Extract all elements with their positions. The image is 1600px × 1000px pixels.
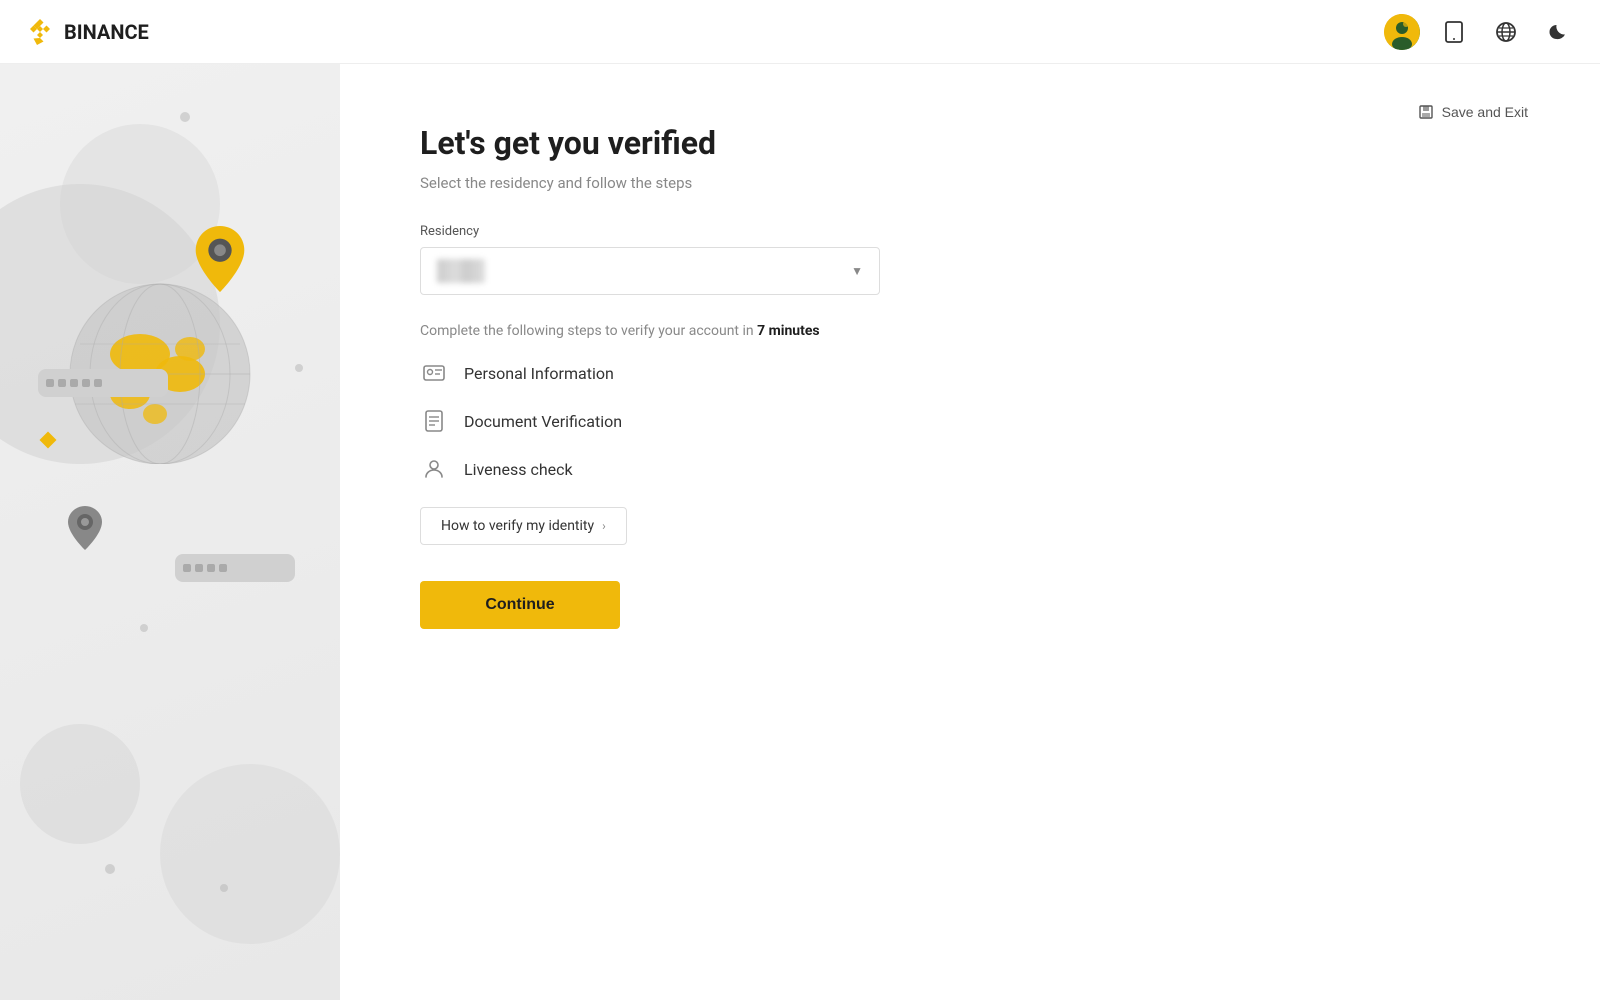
bubble-dot-b2 (195, 564, 203, 572)
personal-info-label: Personal Information (464, 364, 614, 383)
residency-label: Residency (420, 224, 1520, 239)
avatar-image (1384, 14, 1420, 50)
flag-placeholder (437, 259, 485, 283)
step-doc-verify: Document Verification (420, 407, 1520, 435)
save-exit-button[interactable]: Save and Exit (1406, 96, 1540, 128)
header: BINANCE (0, 0, 1600, 64)
steps-intro-text: Complete the following steps to verify y… (420, 323, 1520, 339)
pin-large-svg (190, 224, 250, 294)
verify-link-label: How to verify my identity (441, 518, 594, 534)
doc-verify-label: Document Verification (464, 412, 622, 431)
dot-5 (295, 364, 303, 372)
page-title: Let's get you verified (420, 124, 1520, 162)
left-illustration-panel (0, 64, 340, 1000)
id-card-icon (422, 361, 446, 385)
steps-list: Personal Information Document Verificati… (420, 359, 1520, 483)
bg-circle-small-2 (160, 764, 340, 944)
save-exit-label: Save and Exit (1442, 104, 1528, 120)
bubble-dot-4 (82, 379, 90, 387)
bubble-dot-5 (94, 379, 102, 387)
binance-logo[interactable]: BINANCE (24, 16, 149, 48)
continue-button[interactable]: Continue (420, 581, 620, 629)
steps-intro-prefix: Complete the following steps to verify y… (420, 323, 757, 339)
pin-small (65, 504, 105, 556)
moon-icon (1547, 21, 1569, 43)
bubble-dot-b4 (219, 564, 227, 572)
save-icon (1418, 104, 1434, 120)
bubble-dot-b3 (207, 564, 215, 572)
liveness-icon (420, 455, 448, 483)
doc-verify-icon (420, 407, 448, 435)
dot-2 (140, 624, 148, 632)
pin-large (190, 224, 250, 298)
right-content: Save and Exit Let's get you verified Sel… (340, 64, 1600, 1000)
main-layout: Save and Exit Let's get you verified Sel… (0, 64, 1600, 1000)
residency-flag-area (437, 259, 485, 283)
bubble-dot-3 (70, 379, 78, 387)
chat-bubble-top (38, 369, 168, 397)
chevron-down-icon: ▼ (851, 264, 863, 278)
document-icon (422, 409, 446, 433)
tablet-icon (1443, 21, 1465, 43)
dark-mode-icon[interactable] (1540, 14, 1576, 50)
chevron-right-icon: › (602, 519, 606, 533)
step-personal-info: Personal Information (420, 359, 1520, 387)
binance-logo-icon (24, 16, 56, 48)
globe-icon[interactable] (1488, 14, 1524, 50)
pin-small-svg (65, 504, 105, 552)
user-avatar[interactable] (1384, 14, 1420, 50)
chat-bubble-bottom (175, 554, 295, 582)
bubble-dot-1 (46, 379, 54, 387)
dot-3 (105, 864, 115, 874)
step-liveness: Liveness check (420, 455, 1520, 483)
dot-1 (180, 112, 190, 122)
page-subtitle: Select the residency and follow the step… (420, 174, 1520, 192)
personal-info-icon (420, 359, 448, 387)
liveness-label: Liveness check (464, 460, 573, 479)
dot-4 (220, 884, 228, 892)
bubble-dot-2 (58, 379, 66, 387)
verify-identity-link[interactable]: How to verify my identity › (420, 507, 627, 545)
person-icon (422, 457, 446, 481)
header-actions (1384, 14, 1576, 50)
continue-label: Continue (485, 596, 554, 614)
device-icon[interactable] (1436, 14, 1472, 50)
logo-text: BINANCE (64, 20, 149, 44)
bg-circle-small-1 (20, 724, 140, 844)
globe-header-icon (1495, 21, 1517, 43)
bubble-dot-b1 (183, 564, 191, 572)
steps-time: 7 minutes (757, 323, 820, 339)
residency-select[interactable]: ▼ (420, 247, 880, 295)
